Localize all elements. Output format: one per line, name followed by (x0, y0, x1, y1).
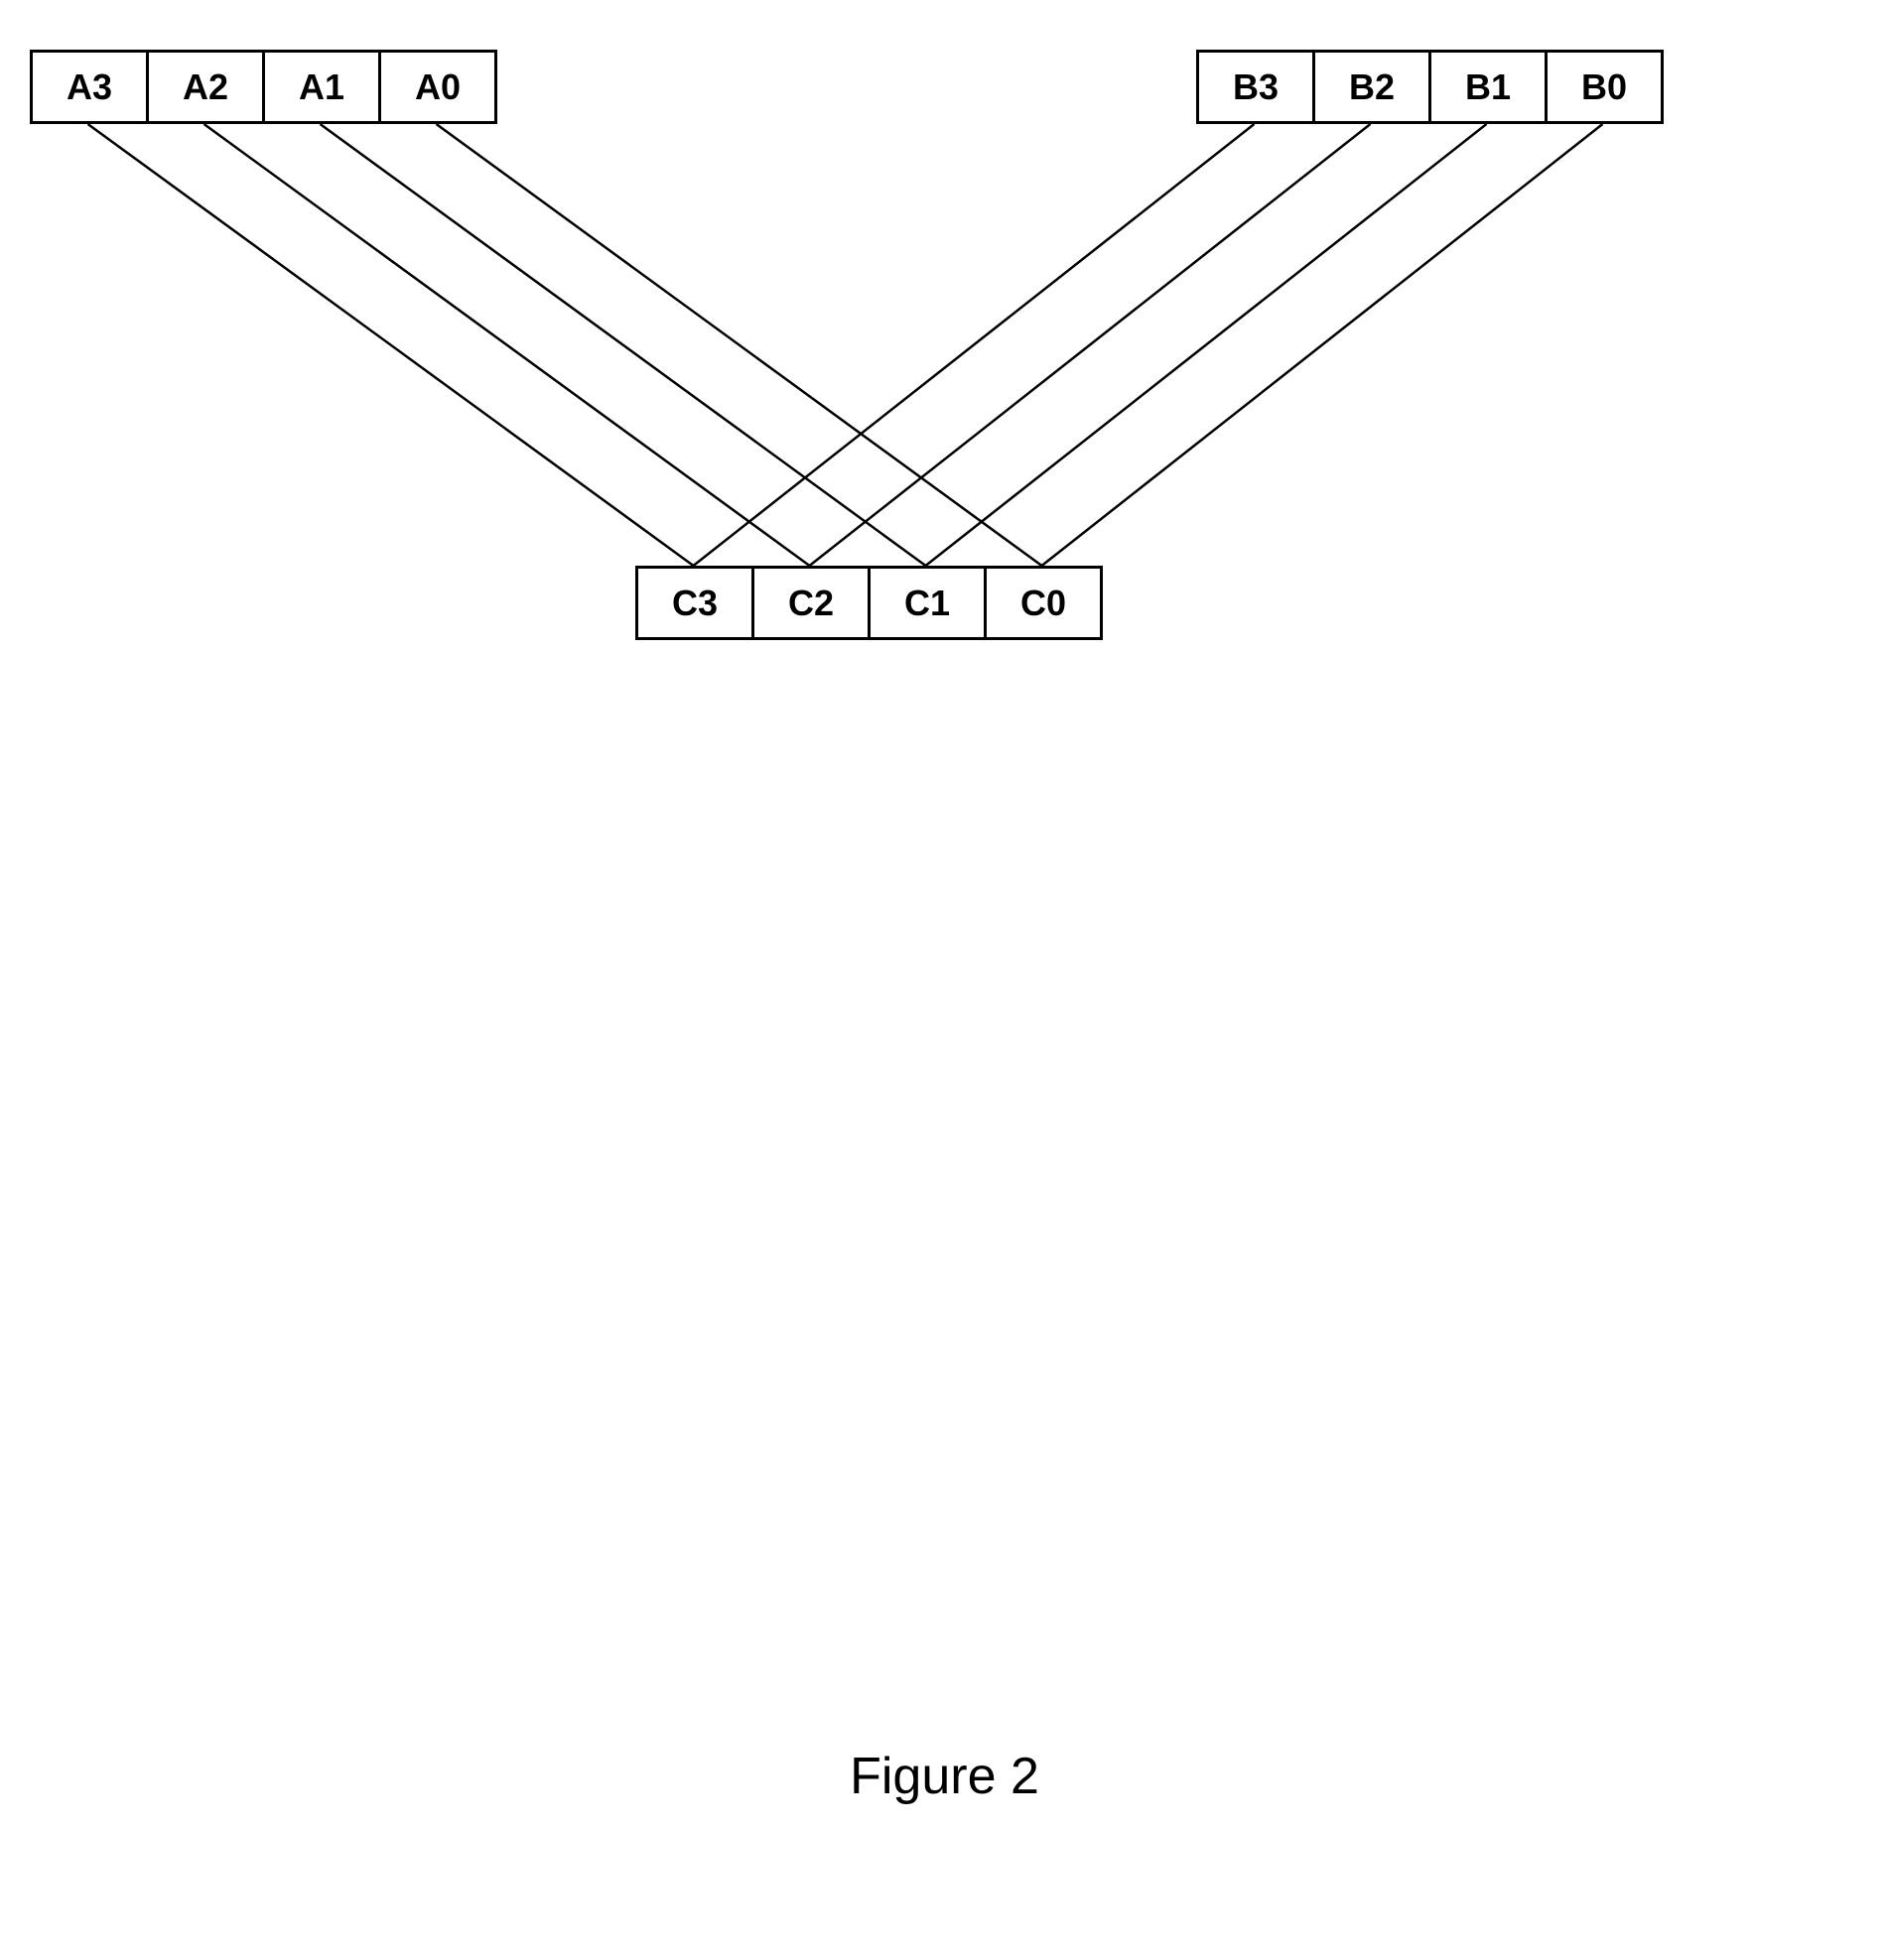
register-b-cell-1: B1 (1428, 50, 1548, 124)
register-c: C3 C2 C1 C0 (635, 566, 1103, 640)
register-c-cell-0: C0 (984, 566, 1103, 640)
register-a-cell-0: A0 (378, 50, 497, 124)
register-c-cell-1: C1 (868, 566, 987, 640)
register-c-cell-3: C3 (635, 566, 754, 640)
register-b-cell-2: B2 (1312, 50, 1431, 124)
register-b: B3 B2 B1 B0 (1196, 50, 1664, 124)
connection-lines (0, 0, 1889, 1960)
register-a-cell-3: A3 (30, 50, 149, 124)
register-b-cell-3: B3 (1196, 50, 1315, 124)
register-a-cell-1: A1 (262, 50, 381, 124)
register-b-cell-0: B0 (1545, 50, 1664, 124)
register-a-cell-2: A2 (146, 50, 265, 124)
register-c-cell-2: C2 (751, 566, 871, 640)
figure-caption: Figure 2 (850, 1747, 1039, 1806)
register-a: A3 A2 A1 A0 (30, 50, 497, 124)
